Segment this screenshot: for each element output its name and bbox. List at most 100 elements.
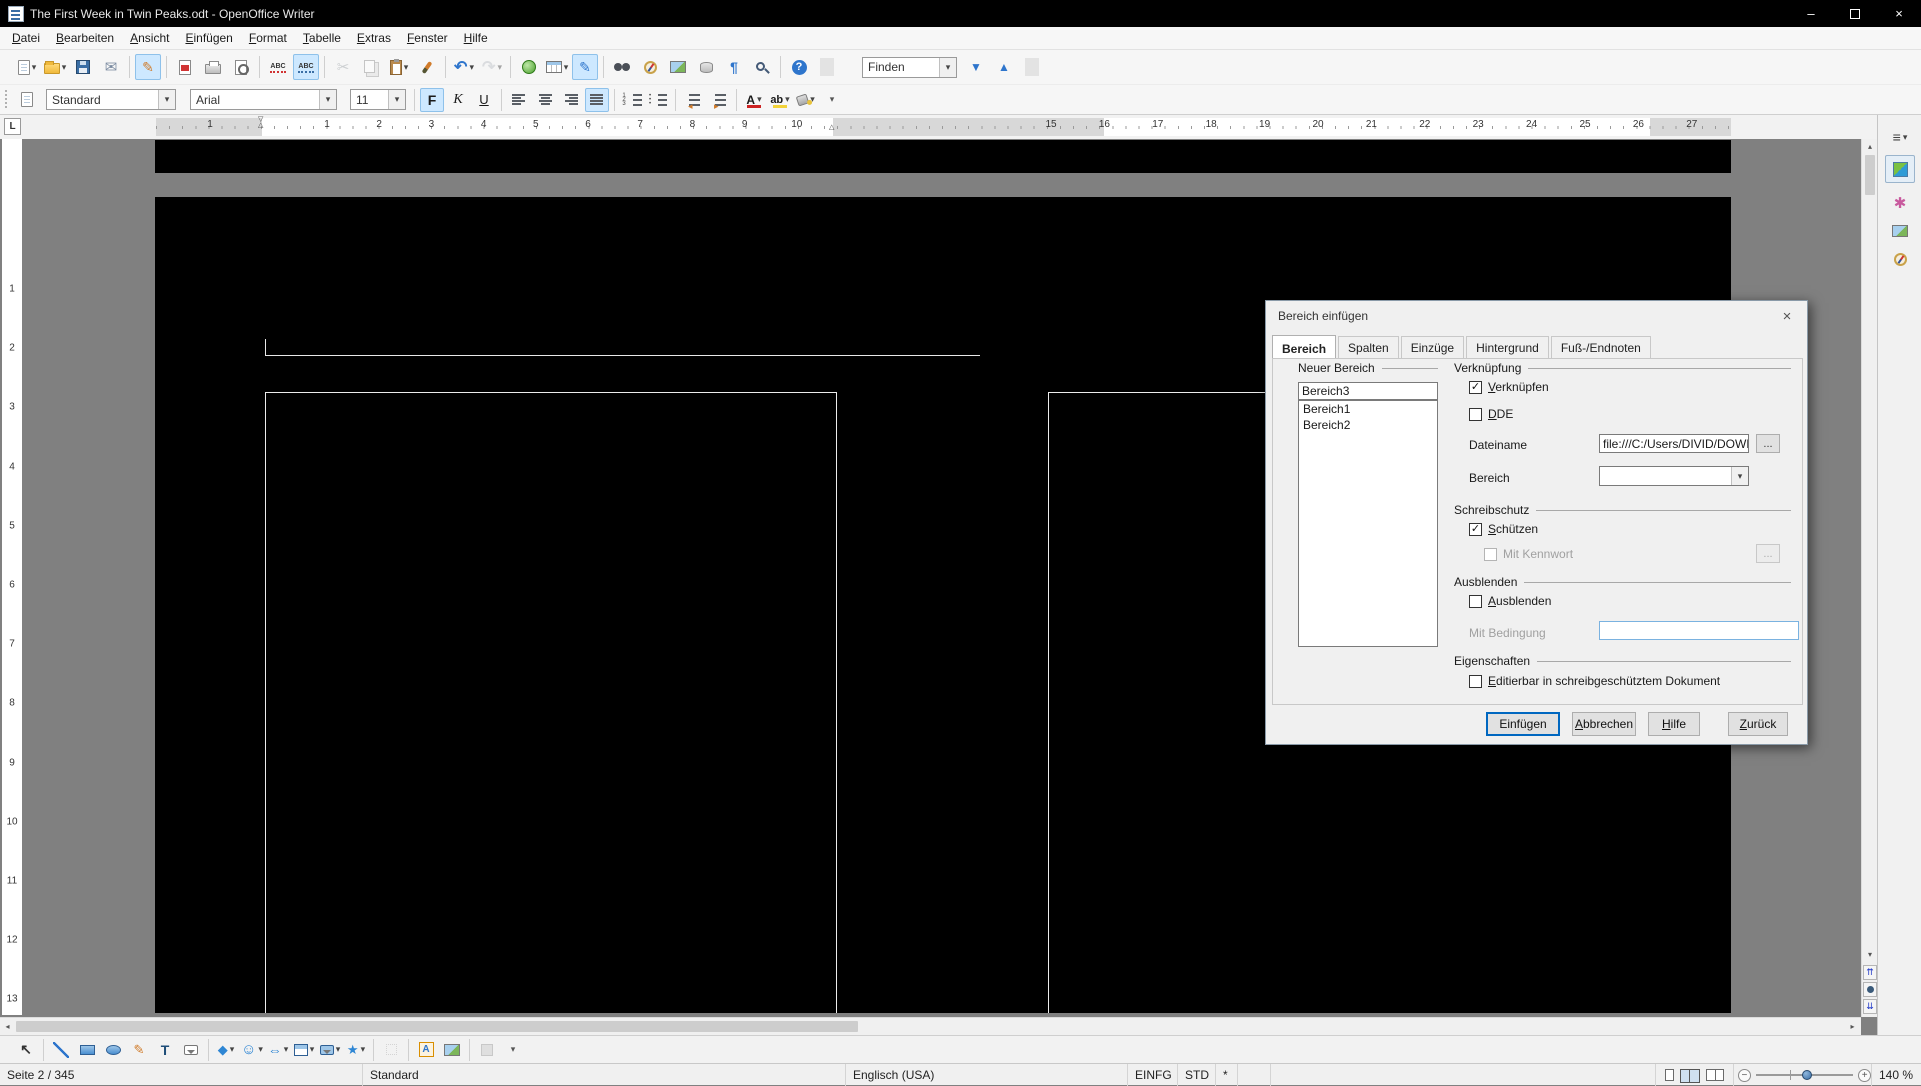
single-page-view-icon[interactable]: [1665, 1069, 1674, 1081]
sidebar-properties-button[interactable]: [1885, 155, 1915, 183]
dde-checkbox[interactable]: DDE: [1469, 407, 1513, 421]
navigation-button[interactable]: [1863, 982, 1877, 997]
text-frame-left[interactable]: [265, 392, 837, 1013]
scroll-down-icon[interactable]: ▾: [1862, 947, 1878, 962]
save-button[interactable]: [70, 54, 96, 80]
horizontal-ruler[interactable]: L 11234567891015161718192021222324252627…: [0, 115, 1877, 139]
ordered-list-button[interactable]: 1 2 3: [620, 88, 644, 112]
zoom-level-status[interactable]: 140 %: [1872, 1064, 1921, 1086]
vertical-scrollbar[interactable]: ▴ ▾ ⇈ ⇊: [1861, 139, 1877, 1017]
help-button[interactable]: ?: [786, 54, 812, 80]
hyperlink-button[interactable]: [516, 54, 542, 80]
scroll-right-icon[interactable]: ▸: [1845, 1018, 1860, 1035]
language-status[interactable]: Englisch (USA): [846, 1064, 1128, 1086]
increase-indent-button[interactable]: ▸: [707, 88, 731, 112]
section-list[interactable]: Bereich1Bereich2: [1298, 400, 1438, 647]
sidebar-navigator-deck-button[interactable]: [1885, 245, 1915, 273]
menu-item-format[interactable]: Format: [241, 27, 295, 49]
menu-item-hilfe[interactable]: Hilfe: [456, 27, 496, 49]
section-select[interactable]: ▾: [1599, 466, 1749, 486]
selection-mode-status[interactable]: STD: [1178, 1064, 1216, 1086]
select-button[interactable]: ↖: [14, 1038, 38, 1062]
vertical-scroll-thumb[interactable]: [1865, 155, 1875, 195]
toolbar-overflow-button[interactable]: ▾: [501, 1038, 525, 1062]
styles-button[interactable]: [15, 88, 39, 112]
flowcharts-button[interactable]: ▾: [292, 1038, 316, 1062]
italic-button[interactable]: K: [446, 88, 470, 112]
mail-button[interactable]: ✉: [98, 54, 124, 80]
font-color-dropdown-icon[interactable]: ▾: [757, 94, 762, 105]
editable-checkbox[interactable]: Editierbar in schreibgeschütztem Dokumen…: [1469, 674, 1720, 688]
format-paintbrush-button[interactable]: [414, 54, 440, 80]
book-view-icon[interactable]: [1706, 1069, 1724, 1081]
right-indent-marker[interactable]: △: [829, 125, 834, 131]
sidebar-gallery-deck-button[interactable]: [1885, 217, 1915, 245]
menu-item-bearbeiten[interactable]: Bearbeiten: [48, 27, 122, 49]
bold-button[interactable]: F: [420, 88, 444, 112]
menu-item-fenster[interactable]: Fenster: [399, 27, 456, 49]
zoom-button[interactable]: [749, 54, 775, 80]
find-next-button[interactable]: ▼: [963, 54, 989, 80]
export-pdf-button[interactable]: [172, 54, 198, 80]
minimize-button[interactable]: –: [1789, 0, 1833, 27]
section-dropdown-icon[interactable]: ▾: [1731, 467, 1748, 485]
block-arrows-button[interactable]: ⇔▾: [266, 1038, 290, 1062]
new-document-dropdown-icon[interactable]: ▾: [32, 62, 37, 73]
align-left-button[interactable]: [507, 88, 531, 112]
undo-button[interactable]: ↶▾: [451, 54, 477, 80]
text-frame-button[interactable]: [179, 1038, 203, 1062]
fontwork-gallery-button[interactable]: A: [414, 1038, 438, 1062]
callouts-dropdown-icon[interactable]: ▾: [336, 1044, 341, 1055]
zoom-handle[interactable]: [1802, 1070, 1812, 1080]
align-center-button[interactable]: [533, 88, 557, 112]
dialog-title-bar[interactable]: Bereich einfügen: [1266, 301, 1807, 331]
tab-fuß-endnoten[interactable]: Fuß-/Endnoten: [1551, 336, 1651, 359]
paste-dropdown-icon[interactable]: ▾: [404, 62, 409, 73]
scroll-left-icon[interactable]: ◂: [0, 1018, 15, 1035]
tab-bereich[interactable]: Bereich: [1272, 335, 1336, 360]
zoom-in-icon[interactable]: +: [1858, 1069, 1871, 1082]
cancel-button[interactable]: Abbrechen: [1572, 712, 1636, 736]
basic-shapes-button[interactable]: ◆▾: [214, 1038, 238, 1062]
open-dropdown-icon[interactable]: ▾: [62, 62, 67, 73]
freeform-line-button[interactable]: ✎: [127, 1038, 151, 1062]
size-dropdown-icon[interactable]: ▾: [388, 90, 405, 109]
line-button[interactable]: [49, 1038, 73, 1062]
page-number-status[interactable]: Seite 2 / 345: [0, 1064, 363, 1086]
sidebar-styles-button[interactable]: ✱: [1885, 189, 1915, 217]
insert-button[interactable]: Einfügen: [1486, 712, 1560, 736]
spellcheck-button[interactable]: ABC: [265, 54, 291, 80]
find-previous-button[interactable]: ▲: [991, 54, 1017, 80]
close-button[interactable]: ×: [1877, 0, 1921, 27]
page-style-status[interactable]: Standard: [363, 1064, 846, 1086]
next-page-button[interactable]: ⇊: [1863, 999, 1877, 1014]
menu-item-tabelle[interactable]: Tabelle: [295, 27, 349, 49]
previous-page-button[interactable]: ⇈: [1863, 965, 1877, 980]
decrease-indent-button[interactable]: ◂: [681, 88, 705, 112]
autospellcheck-button[interactable]: ABC: [293, 54, 319, 80]
find-replace-button[interactable]: [609, 54, 635, 80]
highlighting-button[interactable]: ab▾: [768, 88, 792, 112]
multi-page-view-icon[interactable]: [1680, 1069, 1700, 1081]
menu-item-datei[interactable]: Datei: [4, 27, 48, 49]
data-sources-button[interactable]: [693, 54, 719, 80]
style-dropdown-icon[interactable]: ▾: [158, 90, 175, 109]
navigator-button[interactable]: [637, 54, 663, 80]
tab-hintergrund[interactable]: Hintergrund: [1466, 336, 1549, 359]
modified-status[interactable]: *: [1216, 1064, 1238, 1086]
font-dropdown-icon[interactable]: ▾: [319, 90, 336, 109]
stars-button[interactable]: ★▾: [344, 1038, 368, 1062]
condition-input[interactable]: [1599, 621, 1799, 640]
basic-shapes-dropdown-icon[interactable]: ▾: [230, 1044, 235, 1055]
tab-einzüge[interactable]: Einzüge: [1401, 336, 1464, 359]
filename-input[interactable]: file:///C:/Users/DIVID/DOWN: [1599, 434, 1749, 453]
vertical-ruler[interactable]: 12345678910111213: [2, 139, 22, 1015]
sidebar-sidebar-menu-button[interactable]: ≡▾: [1885, 123, 1915, 151]
find-dropdown-icon[interactable]: ▾: [939, 58, 956, 77]
tab-spalten[interactable]: Spalten: [1338, 336, 1399, 359]
table-button[interactable]: ▾: [544, 54, 570, 80]
zoom-track[interactable]: [1756, 1074, 1854, 1076]
dialog-close-button[interactable]: ×: [1773, 305, 1801, 327]
font-size-combobox[interactable]: 11 ▾: [350, 89, 406, 110]
highlighting-dropdown-icon[interactable]: ▾: [785, 94, 790, 105]
